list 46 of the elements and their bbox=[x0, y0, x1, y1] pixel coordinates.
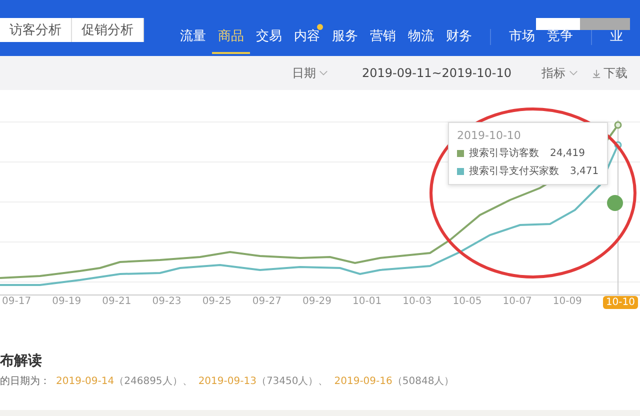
series-value: 24,419 bbox=[550, 148, 585, 158]
visitor-count: （246895人）、 bbox=[114, 375, 192, 388]
axis-label: 09-19 bbox=[52, 296, 82, 309]
nav-tab[interactable]: 营销 bbox=[364, 26, 402, 54]
tooltip-date: 2019-10-10 bbox=[457, 129, 522, 142]
axis-label: 10-09 bbox=[552, 296, 582, 309]
axis-label: 09-29 bbox=[302, 296, 332, 309]
section-title: 布解读 bbox=[0, 352, 43, 370]
nav-tab[interactable]: 竞争 bbox=[541, 26, 579, 54]
sub-tab[interactable]: 访客分析 bbox=[0, 18, 72, 42]
axis-label: 10-05 bbox=[452, 296, 482, 309]
metric-dropdown[interactable]: 指标 bbox=[542, 64, 578, 82]
download-button[interactable]: 下载 bbox=[592, 64, 628, 82]
nav-tab[interactable]: 交易 bbox=[250, 26, 288, 54]
nav-tab[interactable]: 业 bbox=[604, 26, 629, 54]
visitor-count: （73450人）、 bbox=[256, 375, 328, 388]
download-icon bbox=[592, 68, 601, 78]
axis-label: 10-03 bbox=[402, 296, 432, 309]
nav-tab[interactable]: 财务 bbox=[440, 26, 478, 54]
axis-label: 09-17 bbox=[2, 296, 32, 309]
axis-label: 10-07 bbox=[502, 296, 532, 309]
cursor-dot bbox=[607, 195, 623, 211]
nav-tab[interactable]: 物流 bbox=[402, 26, 440, 54]
date-dropdown[interactable]: 日期 bbox=[292, 64, 328, 82]
axis-label: 09-21 bbox=[102, 296, 132, 309]
sub-tab[interactable]: 促销分析 bbox=[72, 18, 144, 42]
visitor-count: （50848人） bbox=[392, 375, 454, 388]
section-text: 的日期为： bbox=[0, 374, 50, 388]
chevron-icon bbox=[319, 70, 328, 76]
data-point bbox=[614, 141, 622, 149]
nav-tab[interactable]: 商品 bbox=[212, 26, 250, 54]
series-name: 搜索引导访客数 bbox=[469, 146, 539, 160]
date-range: 2019-09-11~2019-10-10 bbox=[362, 66, 512, 80]
axis-label: 09-27 bbox=[252, 296, 282, 309]
axis-label: 09-23 bbox=[152, 296, 182, 309]
nav-tab[interactable]: 服务 bbox=[326, 26, 364, 54]
data-point bbox=[614, 121, 622, 129]
chevron-icon bbox=[568, 70, 578, 76]
nav-tab[interactable]: 市场 bbox=[503, 26, 541, 54]
nav-tab[interactable]: 内容 bbox=[288, 26, 326, 54]
series-value: 3,471 bbox=[570, 166, 599, 176]
nav-tab[interactable]: 流量 bbox=[174, 26, 212, 54]
axis-label: 10-10 bbox=[602, 296, 638, 309]
series-name: 搜索引导支付买家数 bbox=[469, 164, 559, 178]
axis-label: 10-01 bbox=[352, 296, 382, 309]
axis-label: 09-25 bbox=[202, 296, 232, 309]
